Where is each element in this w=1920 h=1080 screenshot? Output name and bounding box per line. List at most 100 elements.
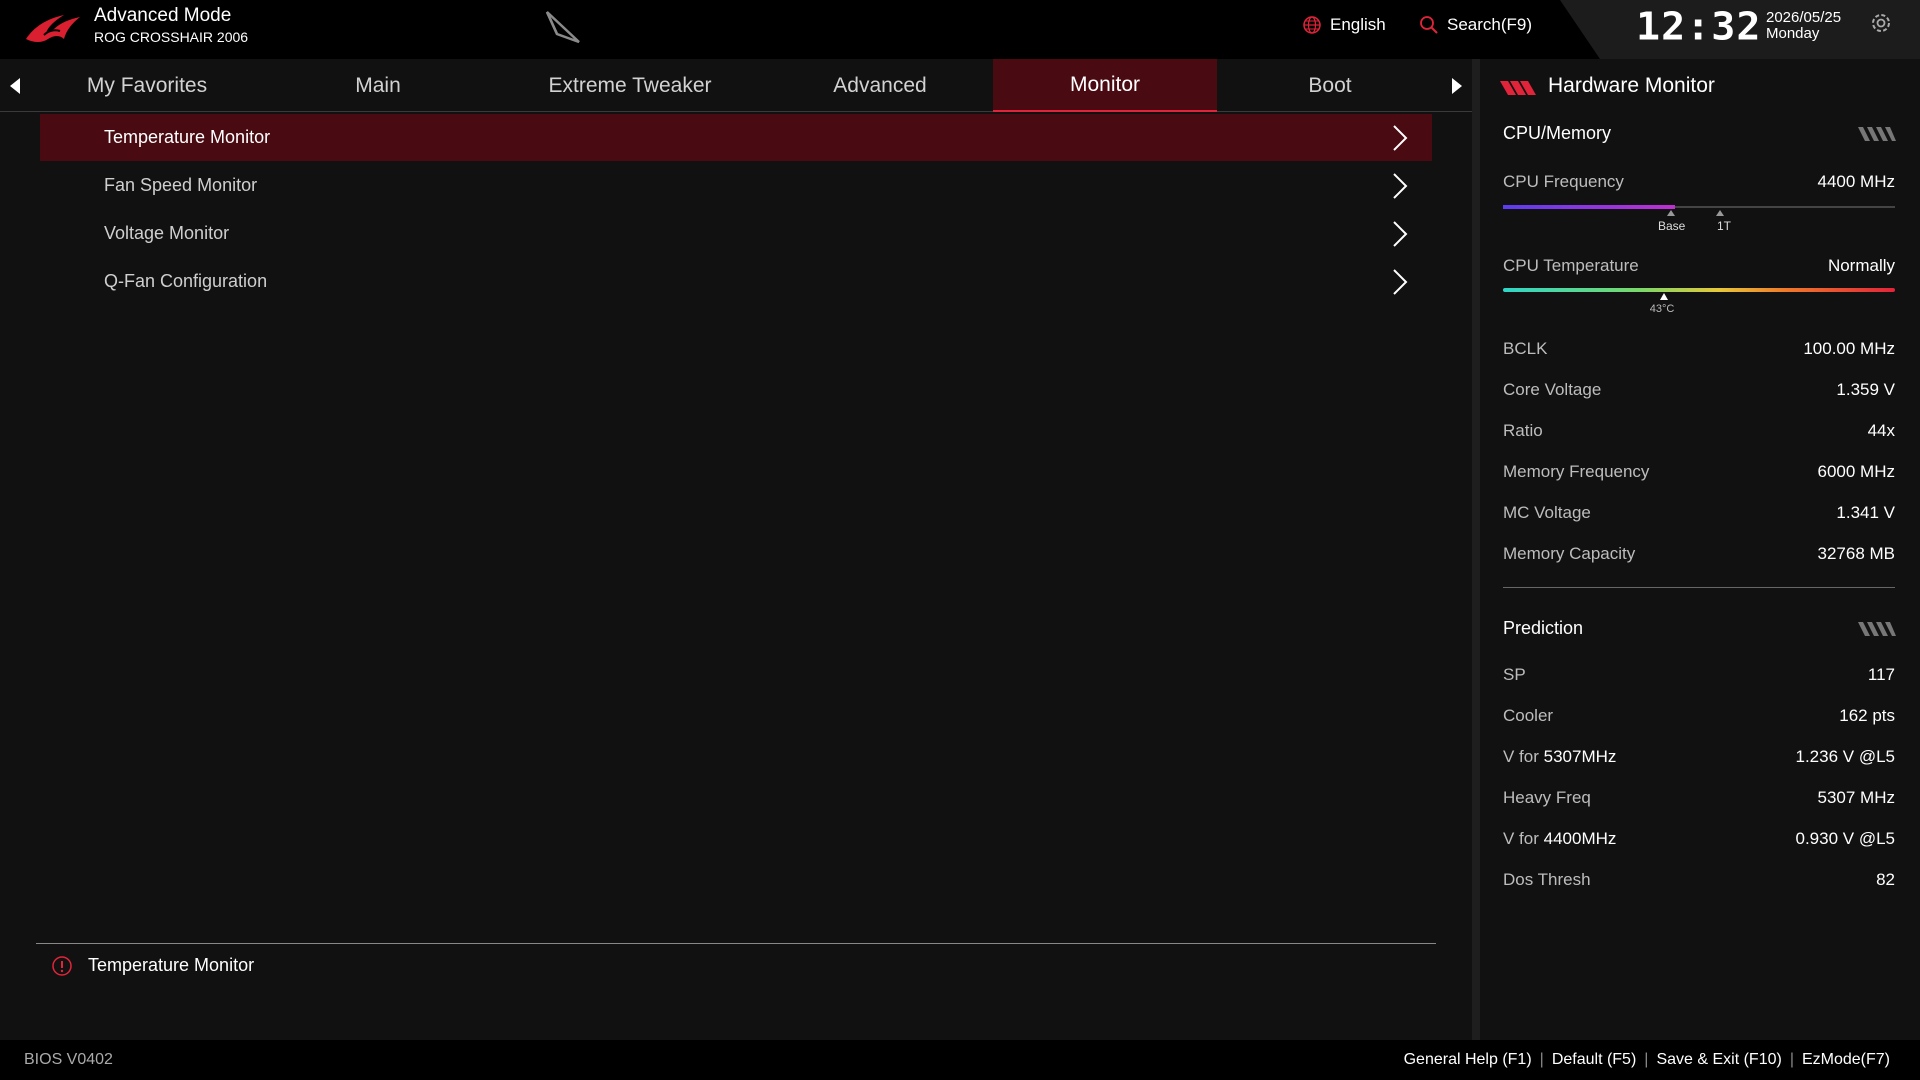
footer-links: General Help (F1) | Default (F5) | Save … <box>1404 1051 1890 1069</box>
clock-time: 12:32 <box>1636 5 1762 49</box>
menu-item-label: Voltage Monitor <box>104 223 230 243</box>
cpu-frequency-bar <box>1503 205 1895 209</box>
mc-voltage-label: MC Voltage <box>1503 503 1591 522</box>
help-divider <box>36 943 1436 944</box>
heavy-freq-label: Heavy Freq <box>1503 788 1591 807</box>
memory-frequency-value: 6000 MHz <box>1817 462 1895 481</box>
menu-item-voltage-monitor[interactable]: Voltage Monitor <box>40 210 1432 257</box>
ezmode-link[interactable]: EzMode(F7) <box>1802 1051 1890 1069</box>
cpu-frequency-value: 4400 MHz <box>1817 172 1895 191</box>
general-help-link[interactable]: General Help (F1) <box>1404 1051 1532 1069</box>
footer-separator: | <box>1789 1051 1794 1068</box>
sp-label: SP <box>1503 665 1526 684</box>
v-for-5307-value: 1.236 V @L5 <box>1795 747 1896 766</box>
v-for-4400-label: V for 4400MHz <box>1503 829 1617 848</box>
panel-separator <box>1472 59 1480 1040</box>
tab-my-favorites[interactable]: My Favorites <box>50 59 244 112</box>
menu-item-temperature-monitor[interactable]: Temperature Monitor <box>40 114 1432 161</box>
memory-capacity-label: Memory Capacity <box>1503 544 1636 563</box>
menu-item-q-fan-configuration[interactable]: Q-Fan Configuration <box>40 258 1432 305</box>
prediction-row: V for 5307MHz 1.236 V @L5 <box>1503 747 1895 771</box>
chevron-right-icon <box>1393 125 1408 151</box>
sp-value: 117 <box>1867 665 1895 684</box>
bios-screen: Advanced Mode ROG CROSSHAIR 2006 English… <box>0 0 1920 1080</box>
cpu-memory-section-title: CPU/Memory <box>1503 123 1612 143</box>
heavy-freq-value: 5307 MHz <box>1817 788 1895 807</box>
weekday-value: Monday <box>1766 25 1820 42</box>
stripes-icon <box>1500 81 1536 95</box>
globe-icon <box>1303 16 1321 34</box>
chevron-right-icon <box>1393 221 1408 247</box>
search-button[interactable]: Search(F9) <box>1419 13 1532 37</box>
top-bar: Advanced Mode ROG CROSSHAIR 2006 English… <box>0 0 1920 59</box>
cpu-row: BCLK 100.00 MHz <box>1503 339 1895 363</box>
chevron-right-icon <box>1393 269 1408 295</box>
core-voltage-value: 1.359 V <box>1836 380 1895 399</box>
prediction-section-title: Prediction <box>1503 618 1584 638</box>
language-label: English <box>1330 15 1386 34</box>
prediction-row: Heavy Freq 5307 MHz <box>1503 788 1895 812</box>
ratio-label: Ratio <box>1503 421 1543 440</box>
cpu-temperature-marker-label: 43°C <box>1649 303 1675 315</box>
prediction-row: V for 4400MHz 0.930 V @L5 <box>1503 829 1895 853</box>
tab-extreme-tweaker[interactable]: Extreme Tweaker <box>519 59 741 112</box>
cpu-row: Core Voltage 1.359 V <box>1503 380 1895 404</box>
monitor-menu: Temperature Monitor Fan Speed Monitor Vo… <box>0 112 1472 1040</box>
cpu-temperature-label: CPU Temperature <box>1503 256 1639 275</box>
tab-main[interactable]: Main <box>266 59 490 112</box>
core-voltage-label: Core Voltage <box>1503 380 1602 399</box>
cpu-frequency-label: CPU Frequency <box>1503 172 1624 191</box>
hardware-monitor-panel: Hardware Monitor CPU/Memory CPU Frequenc… <box>1480 59 1920 1040</box>
bclk-label: BCLK <box>1503 339 1548 358</box>
search-icon <box>1420 16 1438 34</box>
cpu-frequency-row: CPU Frequency 4400 MHz <box>1503 172 1895 196</box>
gear-icon[interactable] <box>1868 10 1894 36</box>
help-description: Temperature Monitor <box>88 955 255 975</box>
bclk-value: 100.00 MHz <box>1803 339 1895 358</box>
cooler-label: Cooler <box>1503 706 1554 725</box>
chevron-right-icon <box>1393 173 1408 199</box>
tab-advanced[interactable]: Advanced <box>768 59 992 112</box>
memory-frequency-label: Memory Frequency <box>1503 462 1650 481</box>
menu-item-label: Temperature Monitor <box>104 127 271 147</box>
tab-scroll-left-icon[interactable] <box>6 76 26 96</box>
save-exit-link[interactable]: Save & Exit (F10) <box>1656 1051 1781 1069</box>
rog-logo-icon <box>26 15 80 42</box>
memory-capacity-value: 32768 MB <box>1817 544 1896 563</box>
hardware-monitor-title: Hardware Monitor <box>1548 74 1715 97</box>
footer-separator: | <box>1644 1051 1649 1068</box>
menu-item-label: Q-Fan Configuration <box>104 271 268 291</box>
tab-bar: My Favorites Main Extreme Tweaker Advanc… <box>0 59 1472 112</box>
section-stripes-icon[interactable] <box>1858 127 1896 141</box>
search-label: Search(F9) <box>1447 15 1533 34</box>
cpu-row: Memory Frequency 6000 MHz <box>1503 462 1895 486</box>
footer-bar: BIOS V0402 General Help (F1) | Default (… <box>0 1040 1920 1080</box>
info-icon <box>52 956 72 976</box>
cpu-temperature-value: Normally <box>1827 256 1895 275</box>
v-for-4400-value: 0.930 V @L5 <box>1795 829 1896 848</box>
v-for-5307-label: V for 5307MHz <box>1503 747 1617 766</box>
menu-item-label: Fan Speed Monitor <box>104 175 258 195</box>
tab-boot[interactable]: Boot <box>1218 59 1442 112</box>
prediction-row: Dos Thresh 82 <box>1503 870 1895 894</box>
tab-monitor[interactable]: Monitor <box>993 59 1217 112</box>
bios-version: BIOS V0402 <box>24 1051 113 1068</box>
prediction-row: SP 117 <box>1503 665 1895 689</box>
cpu-temperature-row: CPU Temperature Normally <box>1503 256 1895 280</box>
section-divider <box>1503 587 1895 588</box>
tab-scroll-right-icon[interactable] <box>1446 76 1466 96</box>
dos-thresh-value: 82 <box>1876 870 1895 889</box>
cooler-value: 162 pts <box>1839 706 1895 725</box>
date-value: 2026/05/25 <box>1766 9 1842 26</box>
board-name: ROG CROSSHAIR 2006 <box>94 29 249 45</box>
default-link[interactable]: Default (F5) <box>1552 1051 1636 1069</box>
language-selector[interactable]: English <box>1302 13 1386 37</box>
menu-item-fan-speed-monitor[interactable]: Fan Speed Monitor <box>40 162 1432 209</box>
date-display: 2026/05/25 Monday <box>1766 10 1841 42</box>
ratio-value: 44x <box>1867 421 1895 440</box>
section-stripes-icon[interactable] <box>1858 622 1896 636</box>
dos-thresh-label: Dos Thresh <box>1503 870 1591 889</box>
brand-triangle-icon <box>545 11 580 44</box>
cpu-temperature-bar <box>1503 288 1895 292</box>
cpu-row: Memory Capacity 32768 MB <box>1503 544 1895 568</box>
